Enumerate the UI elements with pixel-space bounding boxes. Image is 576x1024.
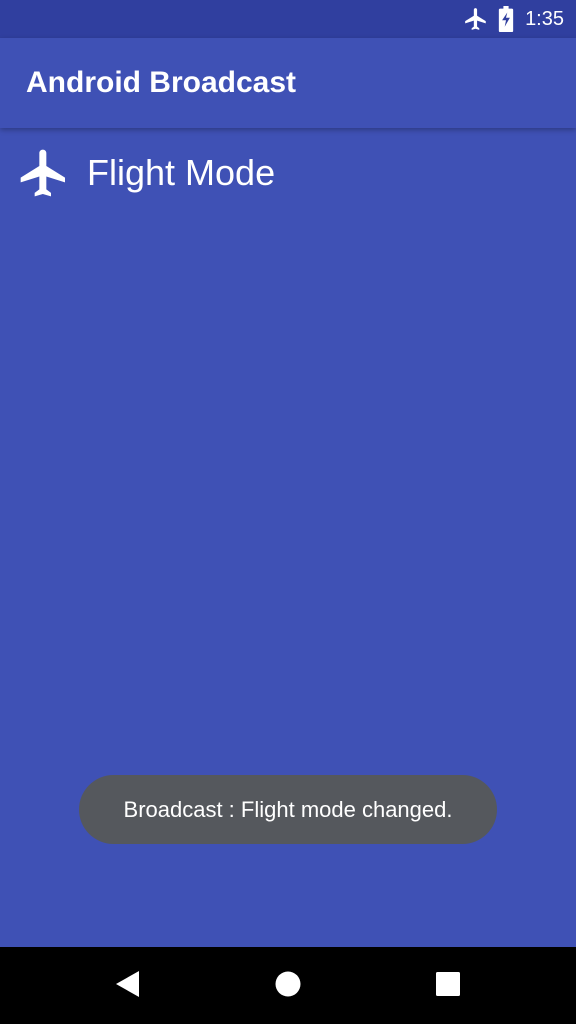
flight-mode-label: Flight Mode (87, 152, 276, 193)
recents-button[interactable] (408, 947, 488, 1024)
home-icon (275, 971, 301, 1001)
flight-mode-row: Flight Mode (16, 144, 275, 202)
toast-message: Broadcast : Flight mode changed. (79, 775, 497, 844)
recents-icon (436, 971, 460, 1000)
app-bar: Android Broadcast (0, 38, 576, 128)
back-icon (116, 970, 140, 1001)
home-button[interactable] (248, 947, 328, 1024)
back-button[interactable] (88, 947, 168, 1024)
status-icons: 1:35 (463, 0, 564, 38)
navigation-bar (0, 947, 576, 1024)
status-time: 1:35 (525, 7, 564, 30)
toast-text: Broadcast : Flight mode changed. (123, 796, 453, 822)
airplane-icon (463, 6, 489, 32)
screen: 1:35 Android Broadcast Flight Mode Broad… (0, 0, 576, 1024)
app-title: Android Broadcast (26, 66, 297, 99)
battery-charging-icon (497, 6, 515, 32)
airplane-icon (16, 145, 72, 201)
status-bar: 1:35 (0, 0, 576, 38)
